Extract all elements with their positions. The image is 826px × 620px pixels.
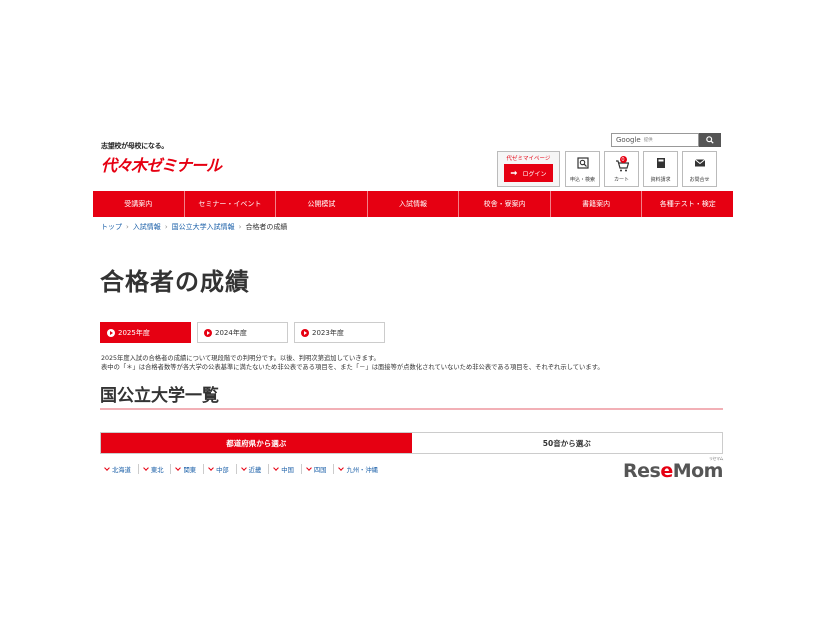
nav-item-seminar[interactable]: セミナー・イベント [185,191,277,217]
search-button[interactable] [699,133,721,147]
chevron-down-icon [175,465,182,471]
region-label: 北海道 [112,466,131,474]
watermark-kana: リセマム [708,456,724,461]
util-label: 申込・検索 [569,177,595,183]
breadcrumb-current: 合格者の成績 [245,223,288,231]
site-logo[interactable]: 志望校が母校になる。 代々木ゼミナール [101,141,222,176]
nav-item-books[interactable]: 書籍案内 [551,191,643,217]
region-link[interactable]: 近畿 [237,464,270,474]
region-label: 東北 [150,466,164,474]
chevron-down-icon [338,465,345,471]
arrow-right-icon [301,328,309,337]
search-icon [706,136,714,144]
chevron-down-icon [208,465,214,471]
nav-item-campus[interactable]: 校舎・寮案内 [459,191,551,217]
section-title: 国公立大学一覧 [100,386,219,406]
tab-by-prefecture[interactable]: 都道府県から選ぶ [101,433,412,453]
region-link[interactable]: 中部 [204,464,237,474]
login-button[interactable]: ログイン [504,164,553,182]
search-icon [576,157,589,169]
year-tab-label: 2023年度 [312,328,344,337]
breadcrumb-link[interactable]: トップ [101,222,122,232]
breadcrumb: トップ › 入試情報 › 国公立大学入試情報 › 合格者の成績 [101,222,287,232]
arrow-right-icon [204,328,212,337]
region-link[interactable]: 北海道 [100,464,139,474]
site-search: Google 提供 [611,133,721,147]
search-placeholder: 提供 [643,138,653,143]
search-brand: Google [616,136,641,144]
mail-icon [694,159,705,167]
search-input[interactable]: Google 提供 [611,133,699,147]
util-label: カート [613,177,629,183]
util-label: 資料請求 [650,177,671,183]
region-link[interactable]: 関東 [171,464,205,474]
nav-item-tests[interactable]: 各種テスト・検定 [642,191,733,217]
login-label: ログイン [522,170,547,178]
page-title: 合格者の成績 [100,268,250,296]
note-line: 表中の「＊」は合格者数等が各大学の公表基準に満たないため非公表である項目を、また… [101,364,604,371]
section-divider [100,408,723,410]
breadcrumb-link[interactable]: 国公立大学入試情報 [172,222,235,232]
breadcrumb-separator: › [164,223,168,231]
login-icon [511,170,518,176]
logo-text: 代々木ゼミナール [101,156,222,175]
cart-badge: 0 [619,156,627,163]
watermark-part: Mom [672,460,724,482]
year-tab-label: 2024年度 [215,328,247,337]
breadcrumb-separator: › [238,223,242,231]
year-tabs: 2025年度 2024年度 2023年度 [100,322,385,343]
nav-item-mock-exam[interactable]: 公開模試 [276,191,368,217]
nav-item-guide[interactable]: 受講案内 [93,191,185,217]
breadcrumb-separator: › [126,223,129,231]
region-label: 中部 [216,466,229,474]
region-label: 四国 [313,466,327,474]
note-line: 2025年度入試の合格者の成績について現段階での判明分です。以後、判明次第追加し… [101,355,380,362]
year-tab-2023[interactable]: 2023年度 [294,322,385,343]
logo-tagline: 志望校が母校になる。 [101,142,168,150]
breadcrumb-link[interactable]: 入試情報 [133,222,161,232]
chevron-down-icon [104,465,110,471]
brochure-button[interactable]: 資料請求 [643,151,678,187]
util-label: お問合せ [689,177,710,183]
region-links: 北海道 東北 関東 中部 近畿 中国 四国 九州・沖縄 [100,464,385,474]
resemom-watermark: ReseMom リセマム [623,456,724,482]
region-label: 関東 [183,466,197,474]
region-link[interactable]: 東北 [139,464,172,474]
chevron-down-icon [240,465,247,471]
cart-icon: 0 [615,156,629,172]
region-label: 中国 [281,466,294,474]
tab-by-syllabary[interactable]: 50音から選ぶ [411,433,722,453]
chevron-down-icon [273,465,280,471]
mypage-panel: 代ゼミマイページ ログイン [497,151,560,187]
chevron-down-icon [143,465,149,471]
year-tab-label: 2025年度 [118,328,150,337]
chevron-down-icon [306,465,312,471]
region-label: 近畿 [248,466,262,474]
region-link[interactable]: 四国 [302,464,335,474]
watermark-part: e [660,460,673,482]
mypage-title: 代ゼミマイページ [506,156,551,162]
notes: 2025年度入試の合格者の成績について現段階での判明分です。以後、判明次第追加し… [101,354,604,372]
book-icon [656,158,665,168]
region-link[interactable]: 中国 [269,464,302,474]
region-link[interactable]: 九州・沖縄 [334,464,384,474]
year-tab-2024[interactable]: 2024年度 [197,322,288,343]
nav-item-exam-info[interactable]: 入試情報 [368,191,460,217]
watermark-part: Res [623,460,661,482]
arrow-right-icon [107,328,115,337]
region-label: 九州・沖縄 [346,466,378,474]
cart-button[interactable]: 0 カート [604,151,639,187]
year-tab-2025[interactable]: 2025年度 [100,322,191,343]
global-nav: 受講案内 セミナー・イベント 公開模試 入試情報 校舎・寮案内 書籍案内 各種テ… [93,191,733,217]
search-apply-button[interactable]: 申込・検索 [565,151,600,187]
selection-tabs: 都道府県から選ぶ 50音から選ぶ [100,432,723,454]
contact-button[interactable]: お問合せ [682,151,717,187]
